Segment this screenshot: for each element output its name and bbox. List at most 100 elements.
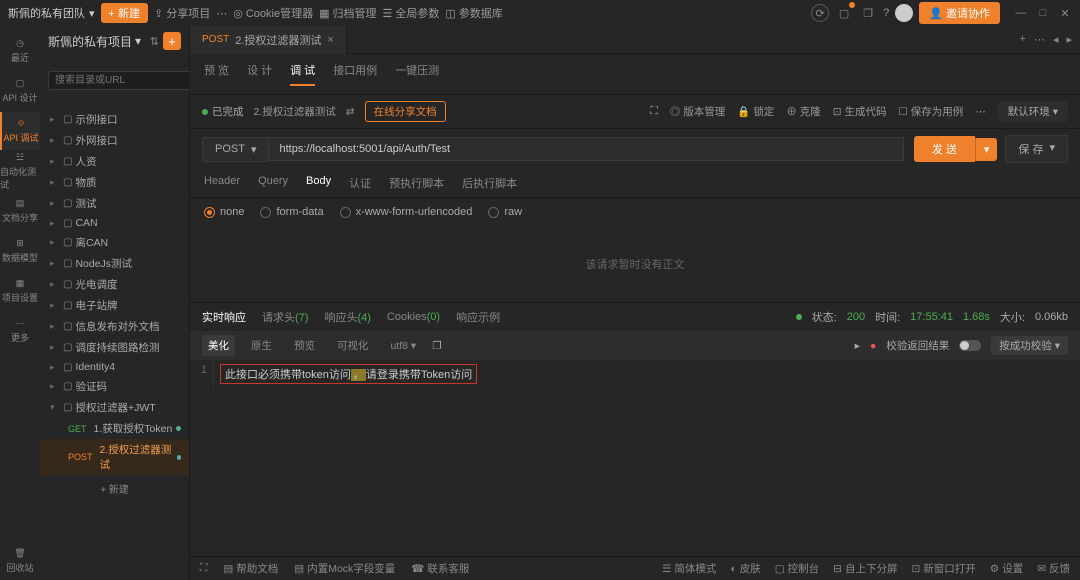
subtab-stress[interactable]: 一键压测 (395, 62, 439, 86)
save-button[interactable]: 保 存 ▾ (1005, 135, 1068, 163)
sync-icon[interactable]: ⟳ (811, 4, 829, 22)
tab-prev-button[interactable]: ◂ (1053, 33, 1059, 46)
subtab-preview[interactable]: 预 览 (204, 62, 229, 86)
iconbar-automation[interactable]: ☳自动化测试 (0, 152, 40, 190)
data-lib-link[interactable]: ◫ 参数据库 (445, 5, 502, 21)
minimize-button[interactable]: — (1014, 6, 1028, 20)
rt-visual[interactable]: 可视化 (331, 335, 375, 356)
search-input[interactable] (48, 71, 194, 90)
send-dropdown[interactable]: ▾ (975, 138, 998, 161)
iconbar-docs[interactable]: ▤文档分享 (0, 192, 40, 230)
folder-item[interactable]: ▸▢物质 (40, 172, 189, 193)
archive-manager-link[interactable]: ▦ 归档管理 (319, 5, 376, 21)
tab-api[interactable]: POST2.授权过滤器测试× (190, 26, 347, 54)
share-project-link[interactable]: ⇪分享项目 (154, 5, 210, 21)
subtab-design[interactable]: 设 计 (247, 62, 272, 86)
sb-skin[interactable]: ◐ 皮肤 (730, 561, 760, 576)
sb-simple[interactable]: ☰ 简体模式 (662, 561, 716, 576)
copy-icon[interactable]: ❐ (859, 4, 877, 22)
body-none-radio[interactable]: none (204, 206, 244, 218)
version-link[interactable]: ◎ 版本管理 (670, 104, 725, 119)
lock-link[interactable]: 🔒 锁定 (737, 104, 774, 119)
collapse-icon[interactable]: ▸ (855, 340, 860, 352)
sb-support[interactable]: ☎ 联系客服 (411, 561, 469, 576)
paramtab-query[interactable]: Query (258, 175, 288, 191)
rt-pretty[interactable]: 美化 (202, 335, 235, 356)
add-button[interactable]: + (163, 32, 181, 50)
rt-preview[interactable]: 预览 (288, 335, 321, 356)
new-button[interactable]: + 新建 (101, 3, 148, 23)
folder-item[interactable]: ▸▢调度持续图路检测 (40, 337, 189, 358)
api-item-auth-filter[interactable]: POST2.授权过滤器测试 (40, 439, 189, 475)
status-badge[interactable]: 已完成 (202, 104, 244, 119)
paramtab-header[interactable]: Header (204, 175, 240, 191)
iconbar-api-design[interactable]: ▢API 设计 (0, 72, 40, 110)
invite-button[interactable]: 👤 邀请协作 (919, 2, 1000, 24)
validate-select[interactable]: 按成功校验 ▾ (991, 336, 1068, 355)
api-item-get-token[interactable]: GET1.获取授权Token (40, 418, 189, 439)
sb-newwin[interactable]: ⊡ 新窗口打开 (911, 561, 975, 576)
copy-icon[interactable]: ❐ (432, 340, 441, 352)
body-formdata-radio[interactable]: form-data (260, 206, 323, 218)
tab-more-button[interactable]: ⋯ (1034, 33, 1045, 46)
resp-tab-resphead[interactable]: 响应头(4) (324, 309, 370, 325)
notifications-icon[interactable]: ▢ (835, 4, 853, 22)
gencode-link[interactable]: ⊡ 生成代码 (833, 104, 887, 119)
close-icon[interactable]: × (327, 34, 333, 46)
tab-next-button[interactable]: ▸ (1066, 33, 1072, 46)
share-doc-button[interactable]: 在线分享文档 (365, 101, 446, 122)
resp-tab-reqhead[interactable]: 请求头(7) (262, 309, 308, 325)
encoding-select[interactable]: utf8 ▾ (385, 337, 423, 355)
resp-tab-cookies[interactable]: Cookies(0) (387, 311, 440, 323)
subtab-debug[interactable]: 调 试 (290, 62, 315, 86)
maximize-button[interactable]: □ (1036, 6, 1050, 20)
code-area[interactable]: 此接口必须携带token访问，请登录携带Token访问 (214, 360, 1080, 388)
iconbar-api-debug[interactable]: ⟐API 调试 (0, 112, 40, 150)
paramtab-postscript[interactable]: 后执行脚本 (462, 175, 517, 191)
expand-icon[interactable]: ⇅ (150, 35, 159, 48)
global-params-link[interactable]: ☰ 全局参数 (383, 5, 440, 21)
folder-item[interactable]: ▸▢NodeJs测试 (40, 253, 189, 274)
folder-item[interactable]: ▾▢授权过滤器+JWT (40, 397, 189, 418)
sb-split[interactable]: ⊟ 自上下分屏 (833, 561, 897, 576)
folder-item[interactable]: ▸▢离CAN (40, 232, 189, 253)
subtab-cases[interactable]: 接口用例 (333, 62, 377, 86)
folder-item[interactable]: ▸▢外网接口 (40, 130, 189, 151)
swap-icon[interactable]: ⇄ (346, 106, 355, 118)
iconbar-data-model[interactable]: ⊞数据模型 (0, 232, 40, 270)
help-icon[interactable]: ? (883, 7, 889, 19)
savecase-link[interactable]: ☐ 保存为用例 (898, 104, 963, 119)
project-dropdown[interactable]: 斯佩的私有项目 ▾ (48, 33, 146, 50)
folder-item[interactable]: ▸▢光电调度 (40, 274, 189, 295)
new-tab-button[interactable]: + (1020, 33, 1026, 46)
env-select[interactable]: 默认环境 ▾ (998, 101, 1068, 122)
sb-feedback[interactable]: ✉ 反馈 (1037, 561, 1070, 576)
avatar[interactable] (895, 4, 913, 22)
body-urlencoded-radio[interactable]: x-www-form-urlencoded (340, 206, 473, 218)
method-select[interactable]: POST ▾ (202, 137, 269, 162)
add-new-link[interactable]: + 新建 (40, 475, 189, 502)
url-input[interactable] (269, 137, 903, 161)
expand-icon[interactable]: ⛶ (651, 105, 658, 118)
folder-item[interactable]: ▸▢CAN (40, 214, 189, 232)
folder-item[interactable]: ▸▢人资 (40, 151, 189, 172)
iconbar-recent[interactable]: ◷最近 (0, 32, 40, 70)
iconbar-more[interactable]: ⋯更多 (0, 312, 40, 350)
clone-link[interactable]: ⊕ 克隆 (786, 104, 820, 119)
paramtab-auth[interactable]: 认证 (349, 175, 371, 191)
close-button[interactable]: ✕ (1058, 6, 1072, 20)
body-raw-radio[interactable]: raw (488, 206, 522, 218)
folder-item[interactable]: ▸▢电子站牌 (40, 295, 189, 316)
folder-item[interactable]: ▸▢信息发布对外文档 (40, 316, 189, 337)
validate-toggle[interactable] (959, 340, 981, 351)
resp-tab-example[interactable]: 响应示例 (456, 309, 500, 325)
more-menu[interactable]: ⋯ (216, 7, 227, 20)
folder-item[interactable]: ▸▢示例接口 (40, 109, 189, 130)
send-button[interactable]: 发 送 (914, 136, 975, 162)
iconbar-trash[interactable]: 🗑回收站 (0, 542, 40, 580)
folder-item[interactable]: ▸▢Identity4 (40, 358, 189, 376)
more-link[interactable]: ⋯ (975, 106, 986, 118)
sb-console[interactable]: ▢ 控制台 (775, 561, 819, 576)
folder-item[interactable]: ▸▢测试 (40, 193, 189, 214)
iconbar-settings[interactable]: ▦项目设置 (0, 272, 40, 310)
